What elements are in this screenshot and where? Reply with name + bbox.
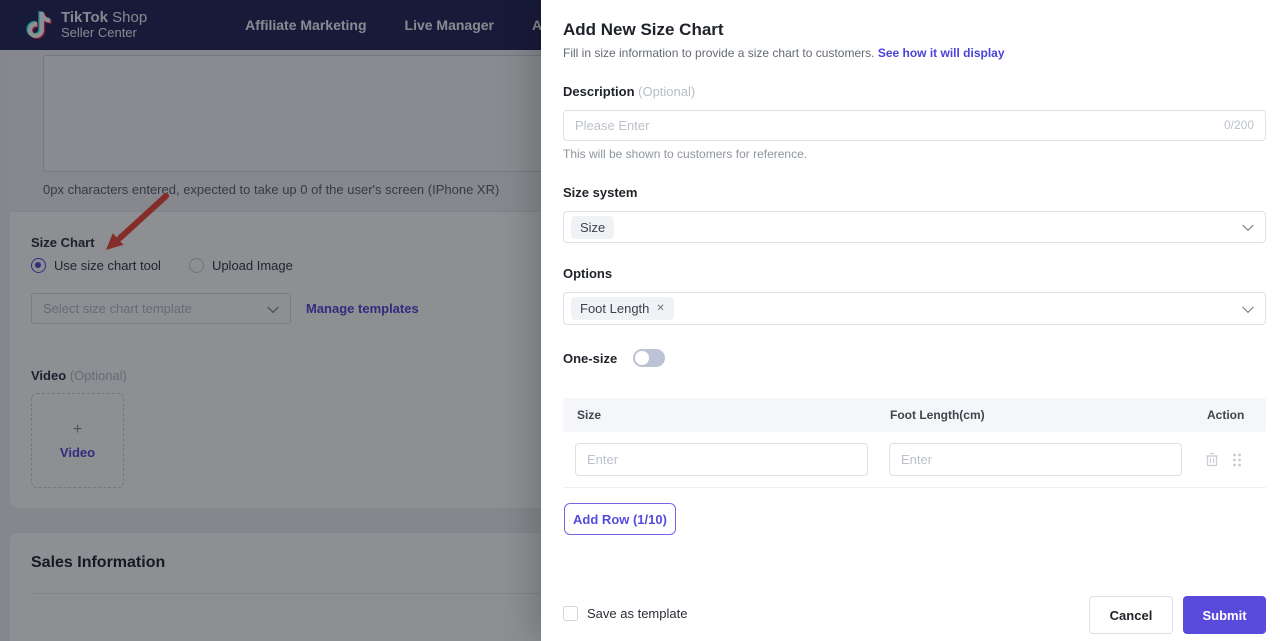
- drawer-subtitle: Fill in size information to provide a si…: [563, 46, 1005, 60]
- foot-length-input[interactable]: [889, 443, 1182, 476]
- description-input[interactable]: [563, 110, 1266, 141]
- save-template-control: Save as template: [563, 606, 687, 621]
- table-row: [563, 432, 1266, 488]
- table-header-row: Size Foot Length(cm) Action: [563, 398, 1266, 432]
- one-size-label: One-size: [563, 350, 618, 366]
- subtitle-text: Fill in size information to provide a si…: [563, 46, 875, 60]
- save-template-label: Save as template: [587, 606, 688, 621]
- foot-length-tag: Foot Length ✕: [571, 297, 674, 320]
- header-size: Size: [577, 408, 602, 422]
- save-template-checkbox[interactable]: [563, 606, 578, 621]
- drawer-title: Add New Size Chart: [563, 20, 724, 39]
- size-system-tag-text: Size: [580, 219, 606, 235]
- cancel-button[interactable]: Cancel: [1089, 596, 1173, 634]
- submit-button[interactable]: Submit: [1183, 596, 1266, 634]
- description-label-text: Description: [563, 84, 635, 99]
- one-size-row: One-size: [563, 349, 666, 367]
- remove-tag-icon[interactable]: ✕: [656, 303, 664, 314]
- description-optional-text: (Optional): [638, 84, 696, 99]
- char-counter: 0/200: [1223, 118, 1254, 132]
- description-label: Description (Optional): [563, 84, 695, 99]
- size-chart-table: Size Foot Length(cm) Action: [563, 398, 1266, 488]
- description-field-wrap: 0/200: [563, 110, 1266, 141]
- chevron-down-icon: [1242, 219, 1254, 232]
- add-size-chart-drawer: Add New Size Chart Fill in size informat…: [541, 0, 1280, 641]
- header-foot-length: Foot Length(cm): [890, 408, 985, 422]
- options-label: Options: [563, 266, 613, 281]
- see-how-display-link[interactable]: See how it will display: [878, 46, 1005, 60]
- description-helper: This will be shown to customers for refe…: [563, 147, 808, 161]
- chevron-down-icon: [1242, 301, 1254, 313]
- size-system-label: Size system: [563, 185, 638, 200]
- one-size-toggle[interactable]: [633, 349, 666, 367]
- add-row-button[interactable]: Add Row (1/10): [564, 503, 676, 535]
- foot-length-tag-text: Foot Length: [580, 301, 650, 316]
- options-select[interactable]: Foot Length ✕: [563, 292, 1266, 325]
- size-system-tag: Size: [571, 215, 615, 239]
- size-system-select[interactable]: Size: [563, 211, 1266, 243]
- size-input[interactable]: [575, 443, 868, 476]
- drag-handle-icon[interactable]: [1232, 453, 1242, 467]
- header-action: Action: [1207, 408, 1245, 422]
- row-actions: [1194, 452, 1266, 467]
- delete-row-icon[interactable]: [1205, 452, 1219, 467]
